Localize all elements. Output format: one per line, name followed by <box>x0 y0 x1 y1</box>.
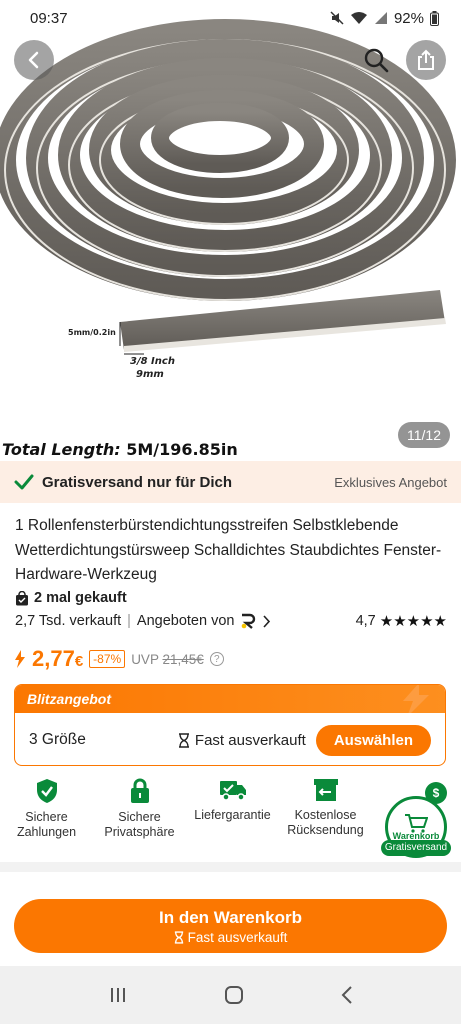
truck-check-icon <box>219 781 246 801</box>
search-button[interactable] <box>356 40 396 80</box>
free-shipping-label: Gratisversand nur für Dich <box>42 473 233 491</box>
rating[interactable]: 4,7 ★★★★★ <box>356 612 447 630</box>
total-length-label: Total Length: <box>2 440 121 459</box>
system-navigation-bar <box>0 966 461 1024</box>
chevron-right-icon <box>263 614 271 628</box>
info-icon[interactable]: ? <box>209 652 224 666</box>
dimension-width-mm-label: 9mm <box>136 369 164 380</box>
cart-icon <box>405 814 428 833</box>
rating-stars: ★★★★★ <box>379 613 447 630</box>
hourglass-icon <box>178 732 189 748</box>
return-box-icon <box>313 779 338 801</box>
flash-deal-title: Blitzangebot <box>27 691 111 707</box>
guarantee-label: Sichere Privatsphäre <box>104 810 175 839</box>
wifi-icon <box>350 12 367 24</box>
uvp-label: UVP <box>131 651 159 667</box>
offered-by-label: Angeboten von <box>136 613 235 629</box>
status-bar: 09:37 92% <box>0 0 461 36</box>
flash-deal-actions: Fast ausverkauft Auswählen <box>178 724 431 756</box>
status-time: 09:37 <box>30 9 68 27</box>
signal-icon <box>374 12 387 24</box>
search-icon <box>364 48 389 73</box>
hourglass-icon <box>174 930 183 944</box>
section-divider <box>0 862 461 872</box>
add-to-cart-sublabel-text: Fast ausverkauft <box>187 929 288 945</box>
almost-sold-out-label: Fast ausverkauft <box>194 731 306 749</box>
add-to-cart-sublabel: Fast ausverkauft <box>174 929 288 945</box>
guarantee-label: Liefergarantie <box>194 808 271 822</box>
sold-count: 2,7 Tsd. verkauft <box>15 613 122 629</box>
exclusive-offer-label: Exklusives Angebot <box>334 474 447 490</box>
free-shipping-banner[interactable]: Gratisversand nur für Dich Exklusives An… <box>0 461 461 503</box>
checkmark-icon <box>14 474 34 490</box>
battery-percent: 92% <box>393 9 424 27</box>
shopping-bag-icon <box>16 590 28 605</box>
flash-deal-header: Blitzangebot <box>15 685 445 713</box>
share-button[interactable] <box>406 40 446 80</box>
image-counter: 11/12 <box>398 422 450 448</box>
guarantee-free-return[interactable]: Kostenlose Rücksendung <box>279 778 372 858</box>
price: 2,77 € <box>32 646 83 672</box>
lock-icon <box>130 778 149 803</box>
choose-button[interactable]: Auswählen <box>315 724 431 756</box>
uvp: UVP 21,45€ <box>131 652 204 667</box>
lightning-icon <box>15 650 25 668</box>
free-shipping-badge: Gratisversand <box>381 840 451 856</box>
guarantee-privacy[interactable]: Sichere Privatsphäre <box>93 778 186 858</box>
guarantee-label: Sichere Zahlungen <box>16 810 77 839</box>
lightning-bolt-icon <box>403 685 429 713</box>
guarantee-label: Kostenlose Rücksendung <box>287 808 364 837</box>
share-icon <box>418 49 434 70</box>
price-main: 2,77 <box>32 646 75 671</box>
recent-apps-icon[interactable] <box>108 985 128 1005</box>
flash-deal-body: 3 Größe Fast ausverkauft Auswählen <box>15 713 445 765</box>
total-length-value: 5M/196.85in <box>126 440 238 459</box>
seller-info[interactable]: 2,7 Tsd. verkauft | Angeboten von <box>15 613 271 629</box>
dimension-width-inch-label: 3/8 Inch <box>130 356 175 367</box>
status-icons: 92% <box>330 10 439 27</box>
size-count-label: 3 Größe <box>29 731 86 748</box>
add-to-cart-label: In den Warenkorb <box>159 907 302 927</box>
back-button[interactable] <box>14 40 54 80</box>
floating-cart-button[interactable]: $ Warenkorb Gratisversand <box>381 782 451 868</box>
total-length-caption: Total Length: 5M/196.85in <box>2 440 238 459</box>
rating-value: 4,7 <box>355 613 376 629</box>
battery-icon <box>430 10 439 26</box>
back-nav-icon[interactable] <box>340 984 354 1006</box>
almost-sold-out: Fast ausverkauft <box>178 732 306 749</box>
bought-count: 2 mal gekauft <box>15 590 127 606</box>
separator: | <box>127 613 131 629</box>
flash-deal-box: Blitzangebot 3 Größe Fast ausverkauft Au… <box>14 684 446 766</box>
mute-icon <box>330 11 344 25</box>
guarantee-secure-payment[interactable]: Sichere Zahlungen <box>0 778 93 858</box>
price-row: 2,77 € -87% UVP 21,45€ ? <box>14 646 224 672</box>
product-title: 1 Rollenfensterbürstendichtungsstreifen … <box>15 517 442 583</box>
seller-logo-icon <box>242 613 256 629</box>
home-icon[interactable] <box>223 984 245 1006</box>
chevron-left-icon <box>28 51 39 69</box>
free-shipping-info: Gratisversand nur für Dich <box>14 474 232 491</box>
uvp-price: 21,45€ <box>162 651 204 667</box>
shield-check-icon <box>36 779 57 803</box>
bought-count-label: 2 mal gekauft <box>34 590 127 606</box>
add-to-cart-button[interactable]: In den Warenkorb Fast ausverkauft <box>14 899 447 953</box>
price-currency: € <box>74 653 84 670</box>
discount-badge: -87% <box>89 650 126 668</box>
sales-rating-row: 2,7 Tsd. verkauft | Angeboten von 4,7 ★★… <box>15 612 447 630</box>
guarantee-delivery[interactable]: Liefergarantie <box>186 778 279 858</box>
dimension-thickness-label: 5mm/0.2in <box>68 328 116 337</box>
